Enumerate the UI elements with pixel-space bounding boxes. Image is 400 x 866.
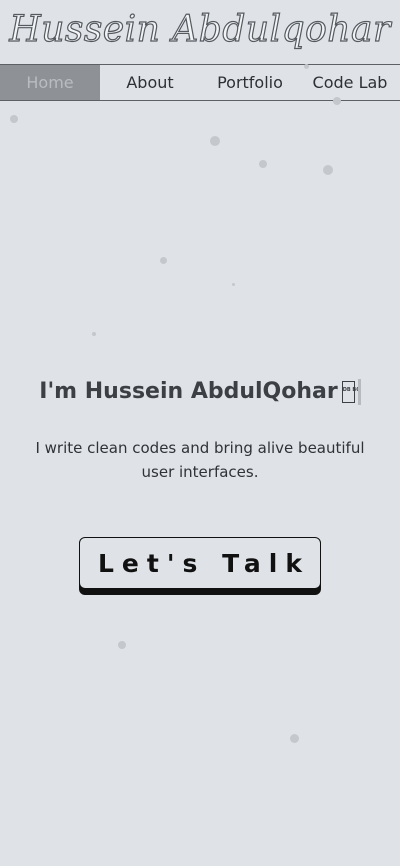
background-particle xyxy=(92,332,96,336)
background-particle xyxy=(118,641,126,649)
typing-cursor xyxy=(357,379,361,405)
main-nav: Home About Portfolio Code Lab xyxy=(0,64,400,101)
missing-glyph-icon: DB BC xyxy=(341,381,360,403)
background-particle xyxy=(232,283,235,286)
site-logo[interactable]: Hussein Abdulqohar xyxy=(0,6,400,54)
nav-item-about[interactable]: About xyxy=(100,65,200,100)
hero-subtitle: I write clean codes and bring alive beau… xyxy=(35,439,365,481)
background-particle xyxy=(160,257,167,264)
background-particle xyxy=(210,136,220,146)
nav-item-portfolio[interactable]: Portfolio xyxy=(200,65,300,100)
page: Hussein Abdulqohar Home About Portfolio … xyxy=(0,0,400,866)
background-particle xyxy=(290,734,299,743)
background-particle xyxy=(323,165,333,175)
header: Hussein Abdulqohar xyxy=(0,0,400,64)
background-particle xyxy=(10,115,18,123)
hero-title: I'm Hussein AbdulQohar DB BC xyxy=(0,375,400,409)
background-particle xyxy=(333,97,341,105)
background-particle xyxy=(304,64,309,69)
nav-item-home[interactable]: Home xyxy=(0,65,100,100)
lets-talk-button[interactable]: Let's Talk xyxy=(79,537,321,589)
hero-title-text: I'm Hussein AbdulQohar xyxy=(39,379,338,404)
background-particle xyxy=(259,160,267,168)
nav-item-code-lab[interactable]: Code Lab xyxy=(300,65,400,100)
